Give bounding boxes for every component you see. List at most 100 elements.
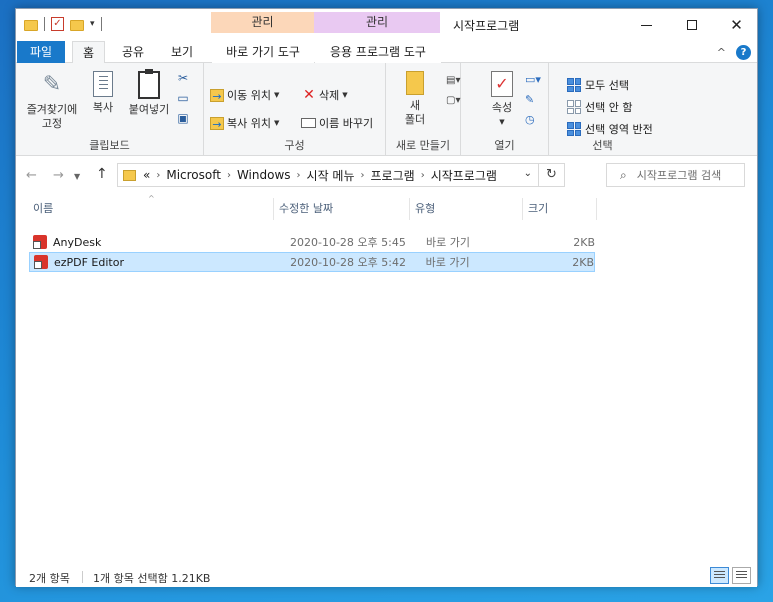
ribbon: ✎ 즐겨찾기에 고정 복사 붙여넣기 ✂ ▭ ▣ 클립보드 → 이동 위치 ▼ … (16, 63, 757, 156)
new-group-label: 새로 만들기 (395, 139, 451, 152)
back-arrow-icon[interactable]: ← (26, 168, 37, 183)
paste-label: 붙여넣기 (128, 103, 170, 116)
new-folder-button[interactable]: 새 폴더 (402, 71, 428, 127)
move-to-icon: → (210, 88, 224, 103)
delete-button[interactable]: ✕ 삭제 ▼ (302, 87, 348, 103)
search-input[interactable]: ⌕ 시작프로그램 검색 (606, 163, 745, 187)
file-row-selected[interactable]: ezPDF Editor 2020-10-28 오후 5:42 바로 가기 2K… (29, 252, 595, 272)
minimize-button[interactable] (623, 9, 669, 41)
shortcut-file-icon (34, 255, 48, 269)
copy-icon (93, 71, 113, 97)
details-view-icon[interactable] (710, 567, 729, 584)
file-row[interactable]: AnyDesk 2020-10-28 오후 5:45 바로 가기 2KB (29, 232, 595, 252)
new-group: 새 폴더 ▤▾ ▢▾ 새로 만들기 (386, 63, 461, 156)
large-icons-view-icon[interactable] (732, 567, 751, 584)
close-button[interactable]: ✕ (715, 9, 758, 41)
invert-selection-label: 선택 영역 반전 (585, 123, 653, 136)
edit-icon[interactable]: ✎ (525, 93, 543, 109)
tab-file[interactable]: 파일 (17, 41, 66, 63)
forward-arrow-icon[interactable]: → (53, 168, 64, 183)
breadcrumb-startup[interactable]: 시작프로그램 (431, 167, 497, 184)
tab-view[interactable]: 보기 (161, 41, 203, 63)
column-header-type[interactable]: 유형 (410, 198, 523, 220)
new-folder-quick-icon[interactable] (70, 20, 84, 31)
tab-shortcut-tools[interactable]: 바로 가기 도구 (212, 41, 314, 63)
select-all-label: 모두 선택 (585, 79, 629, 92)
properties-button[interactable]: ✓ 속성 ▼ (487, 71, 517, 129)
select-all-button[interactable]: 모두 선택 (567, 77, 629, 93)
breadcrumb-programs[interactable]: 프로그램 (371, 167, 415, 184)
rename-button[interactable]: 이름 바꾸기 (301, 115, 373, 131)
properties-icon: ✓ (491, 71, 513, 97)
copy-to-button[interactable]: → 복사 위치 ▼ (210, 115, 279, 131)
pin-label-line2: 고정 (41, 117, 63, 130)
select-none-button[interactable]: 선택 안 함 (567, 99, 632, 115)
column-header-date[interactable]: 수정한 날짜 (274, 198, 410, 220)
rename-icon (301, 118, 316, 128)
pin-to-quick-access-button[interactable]: ✎ 즐겨찾기에 고정 (22, 71, 82, 131)
organize-group-label: 구성 (284, 139, 305, 152)
copy-path-icon[interactable]: ▭ (176, 91, 190, 105)
chevron-right-icon: › (156, 169, 161, 181)
open-group-label: 열기 (494, 139, 515, 152)
column-header-size[interactable]: 크기 (523, 198, 597, 220)
properties-quick-icon[interactable]: ✓ (51, 17, 64, 31)
copy-to-label: 복사 위치 (227, 117, 271, 130)
close-icon: ✕ (730, 16, 743, 34)
open-small-buttons: ▭▾ ✎ ◷ (525, 73, 543, 129)
organize-group: → 이동 위치 ▼ → 복사 위치 ▼ ✕ 삭제 ▼ 이름 바꾸기 구성 (204, 63, 386, 156)
recent-locations-icon[interactable]: ▼ (74, 172, 80, 181)
file-name: AnyDesk (53, 235, 102, 249)
chevron-down-icon: ▼ (273, 91, 280, 99)
select-none-label: 선택 안 함 (585, 101, 633, 114)
delete-icon: ✕ (303, 86, 315, 103)
paste-shortcut-icon[interactable]: ▣ (176, 111, 190, 125)
app-tools-context: 관리 (314, 12, 440, 41)
view-toggle (710, 567, 751, 584)
pin-icon: ✎ (42, 72, 62, 97)
tab-application-tools[interactable]: 응용 프로그램 도구 (315, 41, 441, 63)
file-date: 2020-10-28 오후 5:42 (290, 256, 406, 269)
maximize-icon (687, 20, 697, 30)
breadcrumb-overflow[interactable]: « (143, 168, 150, 182)
chevron-right-icon[interactable]: › (421, 170, 425, 181)
help-icon[interactable]: ? (736, 45, 751, 60)
clipboard-group-label: 클립보드 (89, 139, 130, 152)
chevron-right-icon[interactable]: › (361, 170, 365, 181)
history-icon[interactable]: ◷ (525, 113, 543, 129)
chevron-right-icon[interactable]: › (227, 170, 231, 181)
customize-toolbar-icon[interactable]: ▾ (90, 19, 95, 29)
ribbon-tabs: 파일 홈 공유 보기 바로 가기 도구 응용 프로그램 도구 (16, 41, 757, 64)
move-to-label: 이동 위치 (227, 89, 271, 102)
move-to-button[interactable]: → 이동 위치 ▼ (210, 87, 279, 103)
shortcut-tools-context: 관리 (211, 12, 314, 41)
context-header-manage: 관리 (365, 15, 389, 29)
ribbon-controls: ^ ? (717, 45, 751, 60)
address-bar[interactable]: « › Microsoft › Windows › 시작 메뉴 › 프로그램 ›… (117, 163, 565, 187)
refresh-icon[interactable]: ↻ (538, 164, 564, 186)
select-group-label: 선택 (592, 139, 613, 152)
open-icon[interactable]: ▭▾ (525, 73, 543, 89)
copy-button[interactable]: 복사 (88, 71, 118, 115)
collapse-ribbon-icon[interactable]: ^ (717, 46, 726, 59)
paste-button[interactable]: 붙여넣기 (124, 69, 174, 117)
breadcrumb-windows[interactable]: Windows (237, 168, 291, 182)
copy-label: 복사 (92, 101, 114, 114)
address-history-icon[interactable]: ⌄ (524, 168, 532, 179)
tab-home[interactable]: 홈 (72, 41, 106, 64)
chevron-down-icon: ▼ (342, 91, 348, 99)
column-header-name[interactable]: 이름 (28, 198, 274, 220)
open-group: ✓ 속성 ▼ ▭▾ ✎ ◷ 열기 (461, 63, 549, 156)
explorer-window: ✓ ▾ 관리 관리 시작프로그램 ✕ 파일 홈 공유 보기 바로 가기 도구 응… (15, 8, 758, 587)
tab-share[interactable]: 공유 (112, 41, 154, 63)
chevron-right-icon[interactable]: › (297, 170, 301, 181)
cut-icon[interactable]: ✂ (176, 71, 190, 85)
delete-label: 삭제 (319, 89, 340, 102)
breadcrumb-microsoft[interactable]: Microsoft (166, 168, 221, 182)
invert-selection-button[interactable]: 선택 영역 반전 (567, 121, 653, 137)
up-arrow-icon[interactable]: ↑ (96, 166, 108, 182)
maximize-button[interactable] (669, 9, 715, 41)
chevron-down-icon: ▼ (273, 119, 280, 127)
window-title: 시작프로그램 (453, 19, 520, 33)
breadcrumb-start-menu[interactable]: 시작 메뉴 (307, 167, 355, 184)
